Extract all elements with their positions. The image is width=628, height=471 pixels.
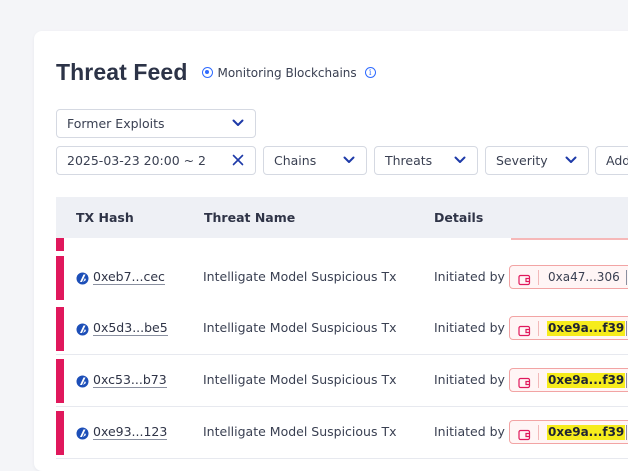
initiated-by-label: Initiated by — [434, 424, 505, 439]
chains-select-label: Chains — [274, 153, 317, 168]
table-header: TX Hash Threat Name Details — [56, 197, 628, 238]
chip-divider — [538, 425, 539, 440]
column-threat-name[interactable]: Threat Name — [204, 210, 295, 225]
initiated-by-label: Initiated by — [434, 269, 505, 284]
clear-icon[interactable] — [232, 154, 244, 166]
chevron-down-icon — [454, 155, 466, 165]
initiated-by-label: Initiated by — [434, 320, 505, 335]
severity-select-label: Severity — [496, 153, 548, 168]
table-row[interactable]: 0xe93...123 Intelligate Model Suspicious… — [56, 407, 628, 459]
threat-name: Intelligate Model Suspicious Tx — [203, 424, 397, 439]
category-select-value: Former Exploits — [67, 116, 165, 131]
wallet-icon — [518, 322, 531, 337]
wallet-icon — [518, 374, 531, 389]
initiator-address-highlighted[interactable]: 0xe9a...f39 — [547, 321, 626, 336]
chain-icon — [76, 270, 89, 285]
category-select[interactable]: Former Exploits — [56, 109, 256, 138]
table-row[interactable]: 0x5d3...be5 Intelligate Model Suspicious… — [56, 303, 628, 355]
column-details[interactable]: Details — [434, 210, 483, 225]
severity-bar — [56, 307, 64, 351]
severity-bar — [56, 411, 64, 455]
chevron-down-icon — [343, 155, 355, 165]
monitoring-label: Monitoring Blockchains — [217, 65, 357, 80]
table-row[interactable]: 0xc53...b73 Intelligate Model Suspicious… — [56, 355, 628, 407]
threat-name: Intelligate Model Suspicious Tx — [203, 372, 397, 387]
initiator-address-chip[interactable]: 0xe9a...f39 — [509, 368, 628, 392]
wallet-icon — [518, 271, 531, 286]
column-tx-hash[interactable]: TX Hash — [76, 210, 134, 225]
severity-select[interactable]: Severity — [485, 146, 589, 175]
chip-divider — [626, 321, 627, 336]
initiator-address-chip[interactable]: 0xe9a...f39 — [509, 420, 628, 444]
chip-divider — [538, 373, 539, 388]
initiator-address-highlighted[interactable]: 0xe9a...f39 — [547, 425, 626, 440]
wallet-icon — [518, 426, 531, 441]
chain-icon — [76, 321, 89, 336]
threat-name: Intelligate Model Suspicious Tx — [203, 320, 397, 335]
chain-icon — [76, 425, 89, 440]
chip-divider — [626, 425, 627, 440]
initiator-address-chip[interactable]: 0xa47...306 — [509, 265, 628, 289]
date-range-picker[interactable]: 2025-03-23 20:00 ~ 2 — [56, 146, 256, 175]
chevron-down-icon — [232, 118, 244, 128]
tx-hash-link[interactable]: 0xeb7...cec — [93, 269, 165, 285]
initiator-address-chip[interactable]: 0xe9a...f39 — [509, 316, 628, 340]
header: Threat Feed Monitoring Blockchains i — [56, 59, 376, 86]
initiator-address-highlighted[interactable]: 0xe9a...f39 — [547, 373, 626, 388]
initiator-address[interactable]: 0xa47...306 — [547, 270, 621, 285]
chip-divider — [538, 321, 539, 336]
radio-icon — [202, 67, 214, 78]
chevron-down-icon — [565, 155, 577, 165]
tx-hash-link[interactable]: 0xe93...123 — [93, 424, 168, 440]
chain-icon — [76, 373, 89, 388]
address-chip-partial — [511, 238, 628, 240]
threats-select-label: Threats — [385, 153, 433, 168]
date-range-value: 2025-03-23 20:00 ~ 2 — [67, 153, 207, 168]
severity-bar — [56, 359, 64, 403]
chip-divider — [626, 373, 627, 388]
severity-bar — [56, 256, 64, 300]
chip-divider — [538, 270, 539, 285]
add-filter-label: Add — [606, 153, 628, 168]
initiated-by-label: Initiated by — [434, 372, 505, 387]
severity-bar — [56, 238, 64, 251]
threats-select[interactable]: Threats — [374, 146, 478, 175]
add-filter-button[interactable]: Add — [595, 146, 628, 175]
table-row[interactable]: 0xeb7...cec Intelligate Model Suspicious… — [56, 252, 628, 304]
chains-select[interactable]: Chains — [263, 146, 367, 175]
chip-divider — [626, 270, 627, 285]
tx-hash-link[interactable]: 0x5d3...be5 — [93, 320, 168, 336]
monitoring-status[interactable]: Monitoring Blockchains i — [202, 65, 376, 80]
threat-feed-card: Threat Feed Monitoring Blockchains i For… — [34, 31, 628, 471]
threat-name: Intelligate Model Suspicious Tx — [203, 269, 397, 284]
page-title: Threat Feed — [56, 59, 188, 85]
table-row-partial — [56, 238, 628, 253]
tx-hash-link[interactable]: 0xc53...b73 — [93, 372, 167, 388]
info-icon[interactable]: i — [364, 67, 376, 78]
